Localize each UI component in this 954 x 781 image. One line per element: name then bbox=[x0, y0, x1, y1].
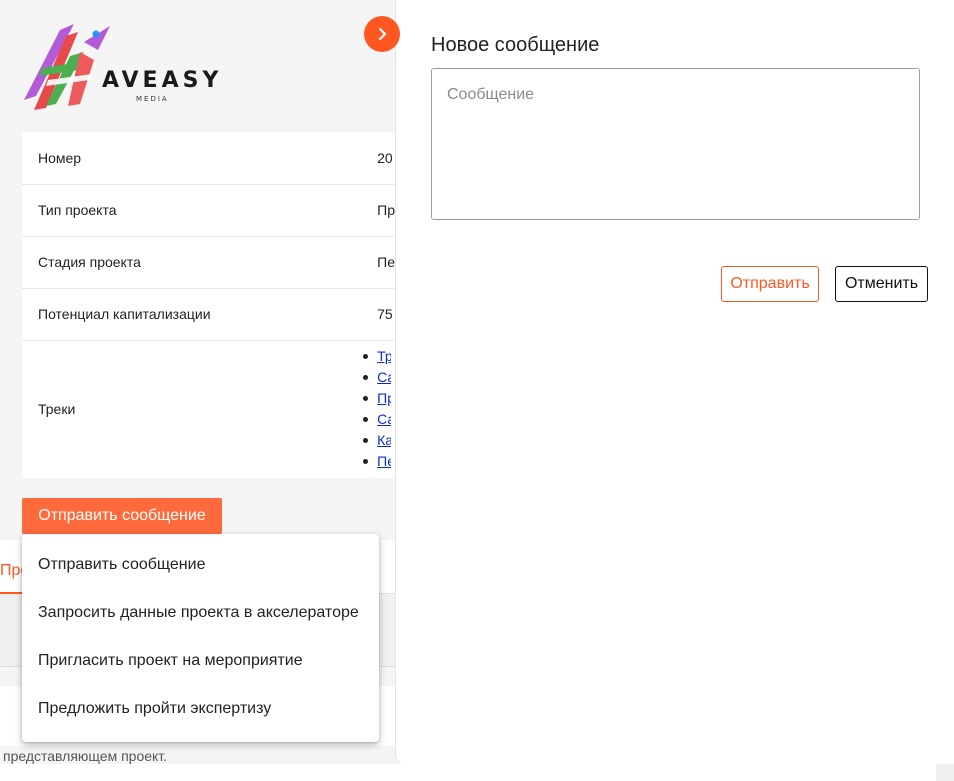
track-link[interactable]: Пр bbox=[377, 390, 391, 406]
tab-active-label[interactable]: Про bbox=[0, 562, 22, 580]
chevron-right-icon bbox=[378, 27, 387, 41]
aveasy-logo-icon bbox=[24, 24, 110, 110]
menu-item-send-message[interactable]: Отправить сообщение bbox=[22, 541, 379, 589]
brand-subtitle: MEDIA bbox=[136, 95, 169, 103]
project-info-table: Номер 20 Тип проекта Пр Стадия проекта П… bbox=[22, 132, 395, 478]
description-text: представляющем проект. bbox=[3, 748, 168, 764]
panel-title: Новое сообщение bbox=[431, 34, 600, 56]
track-link[interactable]: Пе bbox=[377, 453, 391, 469]
scroll-corner bbox=[936, 764, 954, 781]
track-link[interactable]: Ка bbox=[377, 432, 391, 448]
list-item: Ка bbox=[362, 430, 391, 451]
table-row: Потенциал капитализации 75 bbox=[22, 288, 395, 341]
row-value: Пе bbox=[362, 236, 395, 289]
submit-message-button[interactable]: Отправить bbox=[721, 266, 819, 302]
brand-logo[interactable]: AVEASY MEDIA bbox=[22, 22, 222, 114]
list-item: Са bbox=[362, 409, 391, 430]
footer-strip bbox=[0, 764, 954, 781]
new-message-panel: Новое сообщение Отправить Отменить bbox=[395, 0, 954, 764]
brand-name: AVEASY bbox=[102, 68, 223, 93]
row-value: 20 bbox=[362, 132, 395, 185]
list-item: Пе bbox=[362, 451, 391, 472]
table-row: Стадия проекта Пе bbox=[22, 236, 395, 289]
row-label: Треки bbox=[38, 401, 76, 418]
cancel-button[interactable]: Отменить bbox=[835, 266, 928, 302]
menu-item-invite-event[interactable]: Пригласить проект на мероприятие bbox=[22, 637, 379, 685]
track-link[interactable]: Са bbox=[377, 369, 391, 385]
row-label: Стадия проекта bbox=[22, 236, 363, 289]
table-row: Тип проекта Пр bbox=[22, 184, 395, 237]
menu-item-request-data[interactable]: Запросить данные проекта в акселераторе bbox=[22, 589, 379, 637]
row-label: Потенциал капитализации bbox=[22, 288, 363, 341]
menu-item-offer-expertise[interactable]: Предложить пройти экспертизу bbox=[22, 685, 379, 733]
message-textarea[interactable] bbox=[431, 68, 920, 220]
collapse-panel-button[interactable] bbox=[364, 16, 400, 52]
row-value: Пр bbox=[362, 184, 395, 237]
table-row: Номер 20 bbox=[22, 132, 395, 185]
send-message-dropdown: Отправить сообщение Запросить данные про… bbox=[22, 534, 379, 742]
track-link[interactable]: Тр bbox=[377, 348, 391, 364]
list-item: Пр bbox=[362, 388, 391, 409]
tracks-list: Тр Са Пр Са Ка Пе bbox=[362, 346, 395, 472]
send-message-button[interactable]: Отправить сообщение bbox=[22, 498, 222, 534]
list-item: Тр bbox=[362, 346, 391, 367]
table-row-tracks: Треки Тр Са Пр Са Ка Пе bbox=[22, 340, 395, 478]
row-label: Тип проекта bbox=[22, 184, 363, 237]
row-value: 75 bbox=[362, 288, 395, 341]
tracks-cell: Тр Са Пр Са Ка Пе bbox=[362, 340, 395, 478]
track-link[interactable]: Са bbox=[377, 411, 391, 427]
list-item: Са bbox=[362, 367, 391, 388]
row-label: Номер bbox=[22, 132, 363, 185]
